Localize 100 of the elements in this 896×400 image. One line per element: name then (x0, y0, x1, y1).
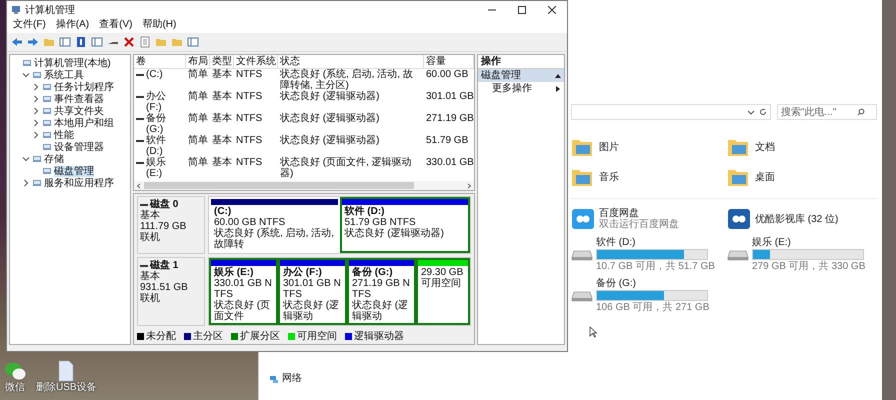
partition-name: 娱乐 (E:) (214, 267, 254, 278)
partition-block[interactable]: 29.30 GB 可用空间 (416, 258, 470, 325)
table-cell: 办公 (F:) (134, 91, 186, 113)
expand-chevron-icon[interactable] (22, 71, 30, 79)
expand-chevron-icon[interactable] (32, 131, 40, 139)
partition-status: 状态良好 (逻辑驱动 (283, 300, 340, 322)
legend-label: 扩展分区 (240, 331, 280, 342)
tree-item[interactable]: 系统工具 (10, 69, 130, 81)
partition-status: 可用空间 (421, 278, 462, 289)
table-cell-text: NTFS (235, 135, 264, 148)
drive-free-space: 10.7 GB 可用，共 51.7 GB (596, 261, 715, 272)
app-item[interactable]: 优酷影视库 (32 位) (727, 207, 877, 231)
expand-chevron-icon[interactable] (32, 107, 40, 115)
folder-item[interactable]: 图片 (571, 136, 721, 158)
tree-item[interactable]: 本地用户和组 (10, 117, 130, 129)
column-header[interactable]: 布局 (186, 55, 210, 69)
desktop-shortcut[interactable]: 删除USB设备 (36, 360, 97, 393)
table-cell-text: 基本 (211, 113, 233, 126)
column-header[interactable]: 状态 (278, 55, 424, 69)
refresh-icon (759, 108, 767, 116)
scroll-left-icon[interactable] (136, 182, 142, 188)
help-icon[interactable] (75, 36, 87, 48)
delete-icon[interactable] (123, 36, 135, 48)
drive-name: 备份 (G:) (596, 278, 637, 289)
forward-arrow-icon[interactable] (27, 36, 39, 48)
column-header[interactable]: 类型 (210, 55, 234, 69)
column-header[interactable]: 卷 (134, 55, 186, 69)
folder-item[interactable]: 桌面 (727, 166, 877, 188)
expand-chevron-icon[interactable] (32, 119, 40, 127)
tree-item[interactable]: 服务和应用程序 (10, 177, 130, 189)
tree-item[interactable]: 存储 (10, 153, 130, 165)
table-cell-text: 51.79 GB (425, 135, 470, 148)
disk-size: 111.79 GB (140, 221, 188, 232)
table-cell-text: NTFS (235, 157, 264, 170)
tree-item[interactable]: 性能 (10, 129, 130, 141)
expand-chevron-icon[interactable] (22, 179, 30, 187)
network-icon (269, 374, 279, 384)
legend-label: 逻辑驱动器 (354, 331, 404, 342)
disk-name: 磁盘 0 (150, 199, 178, 210)
table-cell-text: 60.00 GB (425, 69, 470, 82)
document-icon[interactable] (139, 36, 151, 48)
disk-size: 931.51 GB (140, 282, 189, 293)
panel-icon[interactable] (91, 36, 103, 48)
partition-block[interactable]: 备份 (G:) 271.19 GB NTFS 状态良好 (逻辑驱动 (347, 258, 416, 325)
menu-item[interactable]: 帮助(H) (142, 19, 176, 33)
partition-block[interactable]: 办公 (F:) 301.01 GB NTFS 状态良好 (逻辑驱动 (278, 258, 347, 325)
scroll-right-icon[interactable] (466, 182, 472, 188)
drive-item[interactable]: 备份 (G:) 106 GB 可用，共 271 GB (571, 278, 721, 313)
close-icon (548, 6, 556, 14)
partition-status: 状态良好 (逻辑驱动 (352, 300, 410, 322)
tree-item[interactable]: 共享文件夹 (10, 105, 130, 117)
menu-item[interactable]: 操作(A) (56, 19, 90, 33)
disk-info-panel[interactable]: 磁盘 1 基本 931.51 GB 联机 (137, 257, 205, 326)
tree-item[interactable]: 磁盘管理 (10, 165, 130, 177)
submenu-triangle-icon (555, 86, 561, 92)
folder-item[interactable]: 音乐 (571, 166, 721, 188)
table-cell-text: 简单 (187, 135, 209, 148)
partition-block[interactable]: 娱乐 (E:) 330.01 GB NTFS 状态良好 (页面文件 (209, 258, 278, 325)
partition-block[interactable]: (C:) 60.00 GB NTFS 状态良好 (系统, 启动, 活动, 故障转 (209, 197, 340, 253)
tree-item[interactable]: 事件查看器 (10, 93, 130, 105)
tree-item[interactable]: 计算机管理(本地) (10, 57, 130, 69)
drive-item[interactable]: 软件 (D:) 10.7 GB 可用，共 51.7 GB (571, 237, 721, 272)
folder-item[interactable]: 文档 (727, 136, 877, 158)
panel-icon[interactable] (187, 36, 199, 48)
actions-section-header[interactable]: 磁盘管理 (478, 69, 564, 82)
search-icon (857, 108, 865, 116)
column-header[interactable]: 文件系统 (234, 55, 278, 69)
expand-chevron-icon[interactable] (32, 95, 40, 103)
app-item[interactable]: 百度网盘 双击运行百度网盘 (571, 207, 721, 231)
disk-info-panel[interactable]: 磁盘 0 基本 111.79 GB 联机 (137, 196, 205, 254)
horizontal-scrollbar[interactable] (134, 181, 474, 190)
menu-item[interactable]: 查看(V) (99, 19, 132, 33)
partition-size: 301.01 GB NTFS (283, 278, 342, 300)
drive-name: 娱乐 (E:) (752, 237, 792, 248)
maximize-icon (518, 6, 526, 14)
partition-status: 状态良好 (逻辑驱动器) (344, 228, 445, 239)
partition-size: 60.00 GB NTFS (214, 217, 286, 228)
desktop-shortcut[interactable]: 微信 (4, 360, 26, 393)
partition-size: 271.19 GB NTFS (352, 278, 411, 300)
tree-item[interactable]: 设备管理器 (10, 141, 130, 153)
partition-size: 330.01 GB NTFS (214, 278, 273, 300)
scrollbar-thumb[interactable] (144, 182, 414, 189)
column-header[interactable]: 容量 (424, 55, 474, 69)
partition-size: 29.30 GB (421, 267, 464, 278)
partition-name: 软件 (D:) (344, 206, 386, 217)
back-arrow-icon[interactable] (11, 36, 23, 48)
partition-block[interactable]: 软件 (D:) 51.79 GB NTFS 状态良好 (逻辑驱动器) (340, 197, 470, 253)
search-field[interactable]: 搜索"此电..." (777, 104, 877, 120)
panel-icon[interactable] (59, 36, 71, 48)
expand-chevron-icon[interactable] (32, 83, 40, 91)
drive-item[interactable]: 娱乐 (E:) 279 GB 可用，共 330 GB (727, 237, 877, 272)
partition-status: 状态良好 (页面文件 (214, 300, 272, 322)
expand-chevron-icon[interactable] (22, 155, 30, 163)
table-cell: 软件 (D:) (134, 135, 186, 157)
nav-item[interactable]: 网络 (269, 373, 302, 384)
action-item[interactable]: 更多操作 (478, 82, 564, 95)
tree-item[interactable]: 任务计划程序 (10, 81, 130, 93)
table-cell-text: 基本 (211, 69, 233, 82)
menu-item[interactable]: 文件(F) (13, 19, 46, 33)
volume-icon (136, 73, 144, 77)
